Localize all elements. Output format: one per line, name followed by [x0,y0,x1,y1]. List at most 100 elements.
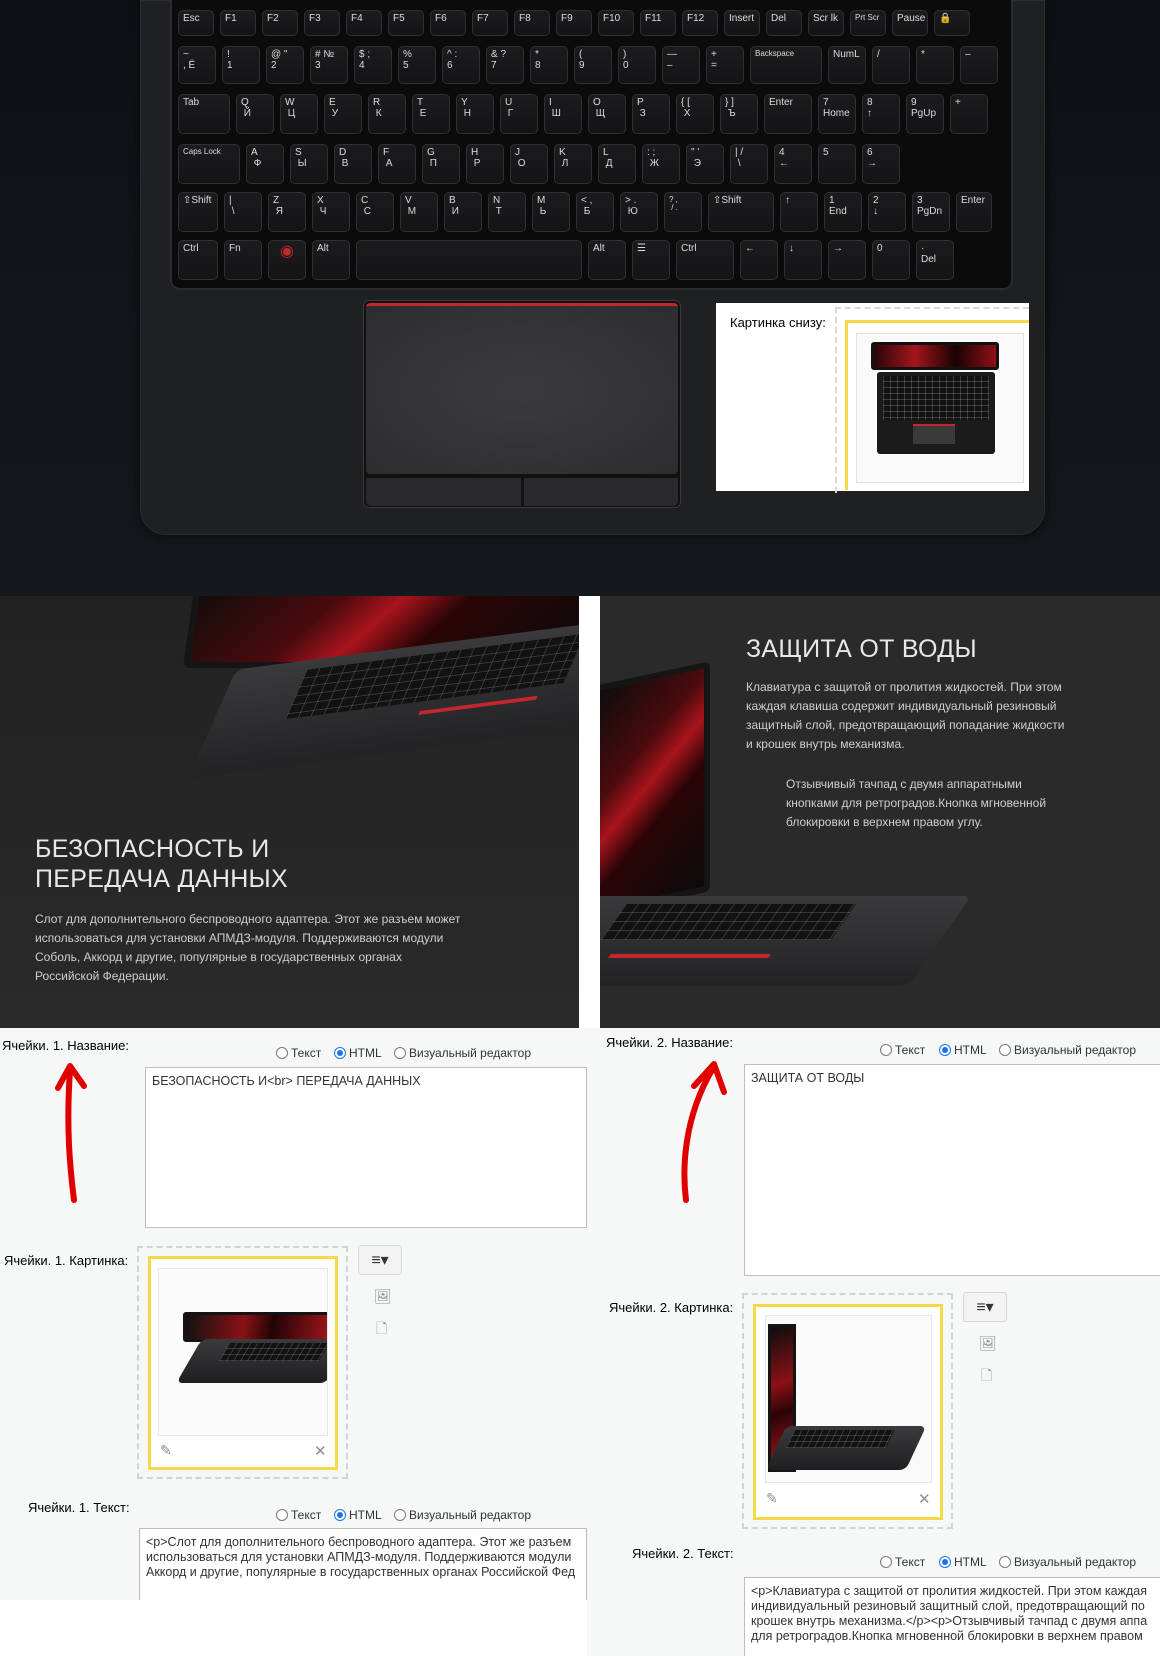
thumb2-keys [786,1430,895,1448]
keyboard-key: Caps Lock [178,144,240,184]
keyboard-key: ↑ [780,192,818,232]
cell1-name-mode-text[interactable]: Текст [276,1046,321,1060]
cell2-name-textarea[interactable]: ЗАЩИТА ОТ ВОДЫ [744,1064,1160,1276]
keyboard-key: F3 [304,10,340,36]
cell2-picture-label: Ячейки. 2. Картинка: [609,1300,734,1315]
keyboard-key: < , Б [576,192,614,232]
keyboard-key: J О [510,144,548,184]
keyboard-key: 3 PgDn [912,192,950,232]
cell2-picture-thumbnail[interactable] [765,1315,932,1483]
keyboard-key: Backspace [750,46,822,84]
file-icon[interactable]: 🗋 [981,1365,992,1389]
keyboard-key: → [828,240,866,280]
cell1-picture-thumbnail[interactable] [158,1268,328,1436]
pencil-icon[interactable]: ✎ [766,1490,778,1507]
cell1-name-mode-html[interactable]: HTML [334,1046,382,1060]
keyboard-key: ☰ [632,240,670,280]
cell2-text-textarea[interactable]: <p>Клавиатура с защитой от пролития жидк… [744,1577,1160,1656]
cell1-picture-menu-button[interactable]: ≡▾ [358,1245,402,1275]
cell2-name-mode-html[interactable]: HTML [939,1043,987,1057]
close-icon[interactable]: ✕ [918,1490,931,1508]
keyboard-key: I Ш [544,94,582,134]
keyboard-key: Z Я [268,192,306,232]
red-arrow-2 [681,1061,727,1203]
touchpad-right-button [524,478,678,506]
thumb1-screen [183,1312,327,1342]
radio-icon [276,1509,288,1521]
cell1-text-label: Ячейки. 1. Текст: [28,1500,130,1515]
thumb1-base [176,1339,327,1383]
radio-icon [999,1556,1011,1568]
cell1-text-mode-html[interactable]: HTML [334,1508,382,1522]
banner-water-text: Клавиатура с защитой от пролития жидкост… [746,680,1065,751]
keyboard-key: ◉ [268,240,306,280]
keyboard-key: Enter [764,94,812,134]
laptop-lid-image-2 [600,661,710,917]
keyboard-key: A Ф [246,144,284,184]
keyboard-key: 9 PgUp [906,94,944,134]
thumb2-base [766,1426,927,1470]
file-icon[interactable]: 🗋 [376,1318,387,1342]
keyboard-key: F4 [346,10,382,36]
laptop-base-image-2 [600,896,972,986]
cell2-text-mode-visual[interactable]: Визуальный редактор [999,1555,1136,1569]
radio-icon [394,1509,406,1521]
keyboard-key: 6 → [862,144,900,184]
cell2-text-mode-html[interactable]: HTML [939,1555,987,1569]
keyboard-key: Tab [178,94,230,134]
cell1-text-textarea[interactable]: <p>Слот для дополнительного беспроводног… [139,1528,587,1600]
cell2-picture-menu-button[interactable]: ≡▾ [963,1292,1007,1322]
radio-selected-icon [334,1047,346,1059]
keyboard-key: Del [766,10,802,36]
cell2-name-mode-visual[interactable]: Визуальный редактор [999,1043,1136,1057]
keyboard-key: Insert [724,10,760,36]
thumb-keyboard [883,376,989,420]
keyboard-key: ! 1 [222,46,260,84]
banner-security-text: Слот для дополнительного беспроводного а… [35,912,461,983]
banner-water-title: ЗАЩИТА ОТ ВОДЫ [746,635,977,663]
cell1-name-textarea[interactable]: БЕЗОПАСНОСТЬ И<br> ПЕРЕДАЧА ДАННЫХ [145,1067,587,1228]
keyboard-key: O Щ [588,94,626,134]
keyboard-key: Q Й [236,94,274,134]
keyboard-key [356,240,582,280]
keyboard-key: V М [400,192,438,232]
keyboard-key: } ] Ъ [720,94,758,134]
keyboard-key: > . Ю [620,192,658,232]
cell2-name-mode-text[interactable]: Текст [880,1043,925,1057]
keyboard-key: R К [368,94,406,134]
keyboard-key: G П [422,144,460,184]
pencil-icon[interactable]: ✎ [160,1442,172,1459]
cell1-name-mode-visual[interactable]: Визуальный редактор [394,1046,531,1060]
keyboard-key: % 5 [398,46,436,84]
keyboard-key: ↓ [784,240,822,280]
radio-icon [999,1044,1011,1056]
keyboard-key: + [950,94,988,134]
image-icon[interactable]: 🖼 [374,1288,392,1305]
image-icon[interactable]: 🖼 [979,1335,997,1352]
keyboard-key: * 8 [530,46,568,84]
thumb-laptop-base [877,372,995,454]
banner-security: БЕЗОПАСНОСТЬ И ПЕРЕДАЧА ДАННЫХ Слот для … [0,596,579,1028]
cell2-text-mode-text[interactable]: Текст [880,1555,925,1569]
keyboard-key: F12 [682,10,718,36]
keyboard-key: K Л [554,144,592,184]
cell1-text-mode-visual[interactable]: Визуальный редактор [394,1508,531,1522]
bottom-picture-thumbnail[interactable] [856,333,1024,483]
keyboard-key: H Р [466,144,504,184]
menu-icon: ≡▾ [976,1299,994,1316]
keyboard-key: + = [706,46,744,84]
close-icon[interactable]: ✕ [314,1442,327,1460]
keyboard-key: 5 [818,144,856,184]
keyboard-key: " ' Э [686,144,724,184]
keyboard-key: Scr lk [808,10,844,36]
keyboard-key: ⇧Shift [708,192,774,232]
keyboard-key: U Г [500,94,538,134]
keyboard-key: L Д [598,144,636,184]
keyboard-key: F А [378,144,416,184]
keyboard-key: 0 [872,240,910,280]
keyboard-key: · Del [916,240,954,280]
keyboard-key: | / \ [730,144,768,184]
keyboard-key: F10 [598,10,634,36]
keyboard-key: F8 [514,10,550,36]
cell1-text-mode-text[interactable]: Текст [276,1508,321,1522]
